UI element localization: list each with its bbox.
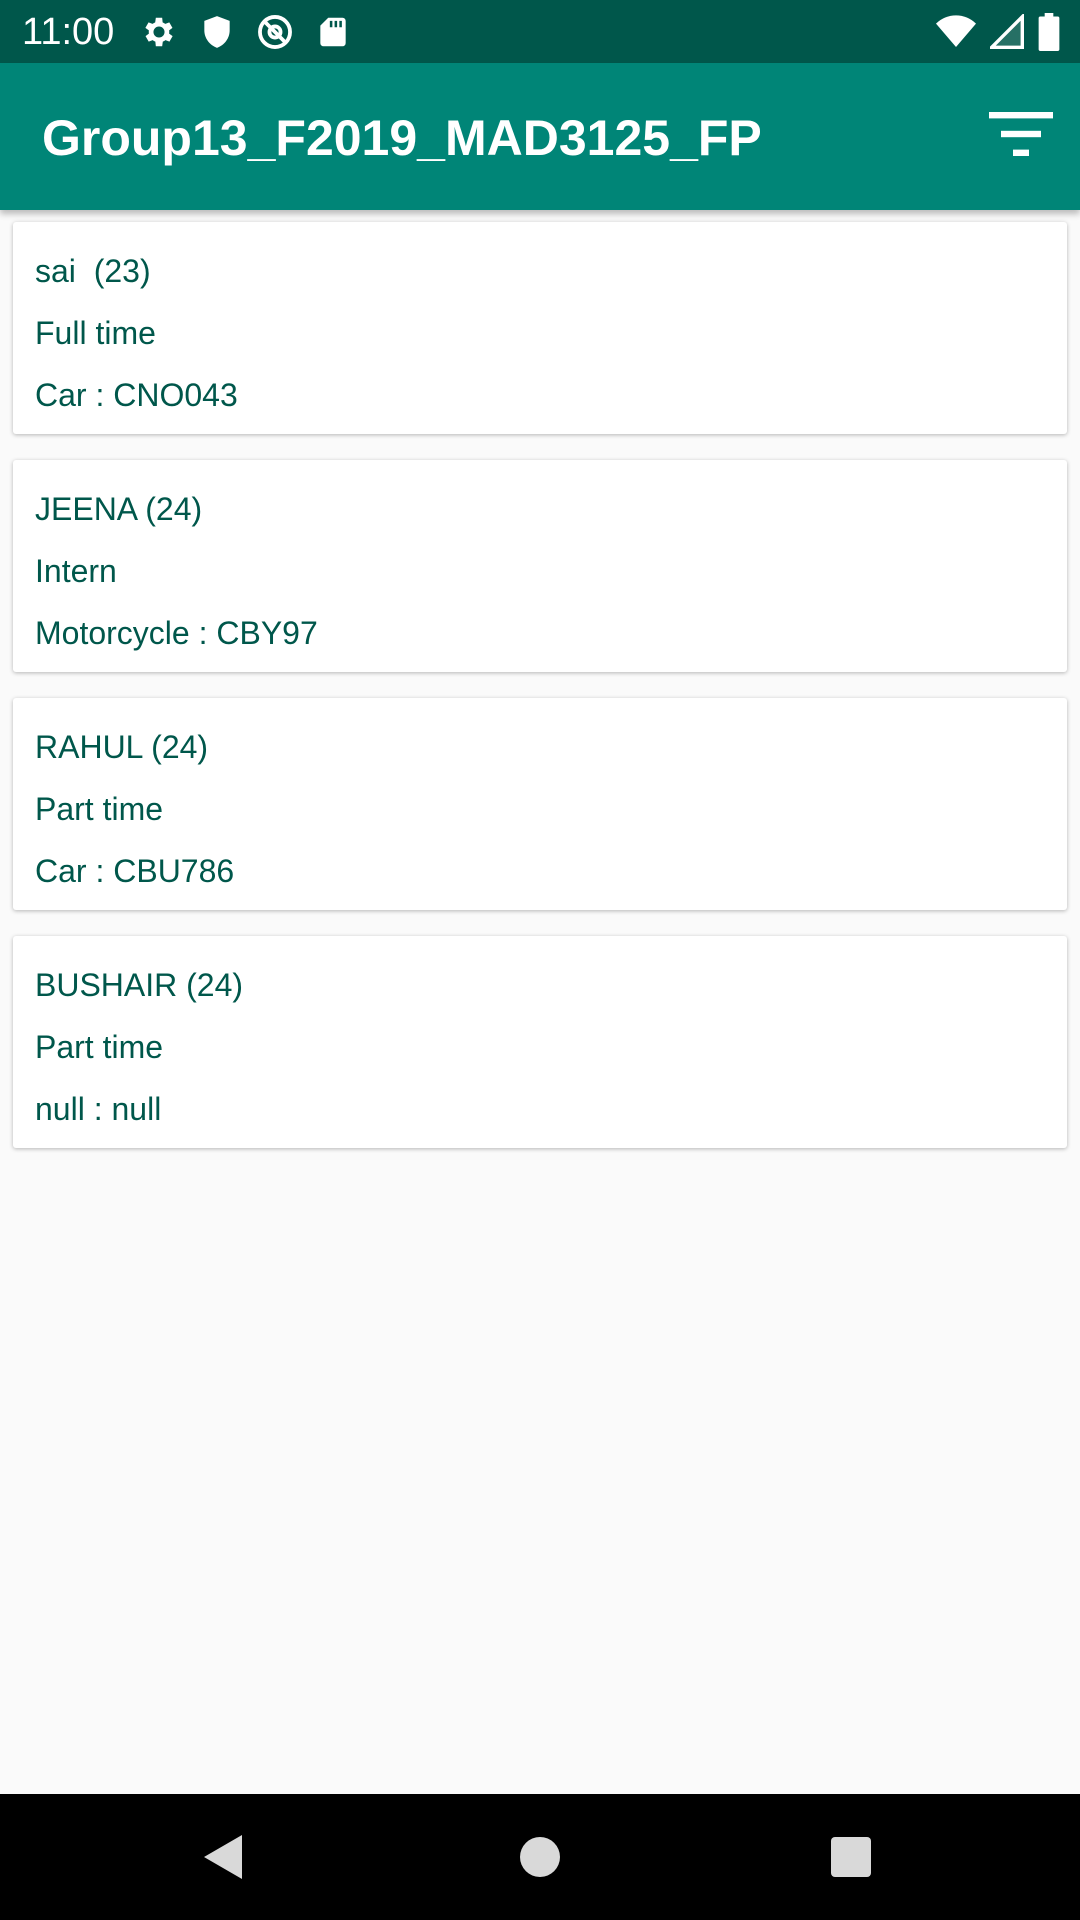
signal-icon: [990, 14, 1024, 50]
employee-vehicle: Car : CBU786: [35, 853, 235, 889]
employee-card[interactable]: BUSHAIR (24) Part time null : null: [13, 936, 1067, 1148]
home-icon[interactable]: [520, 1837, 560, 1882]
employee-card[interactable]: JEENA (24) Intern Motorcycle : CBY97: [13, 460, 1067, 672]
employee-card[interactable]: sai (23) Full time Car : CNO043: [13, 222, 1067, 434]
status-right-icons: [936, 13, 1060, 51]
status-time: 11:00: [22, 11, 115, 53]
employee-type: Full time: [35, 315, 156, 351]
settings-icon: [140, 13, 178, 51]
employee-name-age: BUSHAIR (24): [35, 967, 244, 1003]
employee-list: sai (23) Full time Car : CNO043 JEENA (2…: [13, 222, 1067, 1174]
wifi-icon: [936, 14, 976, 50]
filter-button[interactable]: [988, 103, 1054, 169]
recents-icon[interactable]: [831, 1837, 871, 1882]
employee-vehicle: null : null: [35, 1091, 162, 1127]
shield-icon: [198, 13, 236, 51]
status-bar: 11:00: [0, 0, 1080, 63]
employee-name-age: sai (23): [35, 253, 151, 289]
back-icon[interactable]: [204, 1835, 244, 1884]
status-left-icons: [140, 13, 352, 51]
battery-icon: [1038, 13, 1060, 51]
employee-name-age: JEENA (24): [35, 491, 203, 527]
app-title: Group13_F2019_MAD3125_FP: [42, 110, 762, 166]
filter-icon: [989, 110, 1053, 163]
app-bar: Group13_F2019_MAD3125_FP: [0, 63, 1080, 210]
at-sign-icon: [256, 13, 294, 51]
employee-type: Part time: [35, 1029, 164, 1065]
sd-card-icon: [314, 13, 352, 51]
employee-vehicle: Car : CNO043: [35, 377, 238, 413]
navigation-bar: [0, 1794, 1080, 1920]
employee-card[interactable]: RAHUL (24) Part time Car : CBU786: [13, 698, 1067, 910]
employee-type: Part time: [35, 791, 164, 827]
employee-type: Intern: [35, 553, 117, 589]
employee-name-age: RAHUL (24): [35, 729, 209, 765]
employee-vehicle: Motorcycle : CBY97: [35, 615, 318, 651]
